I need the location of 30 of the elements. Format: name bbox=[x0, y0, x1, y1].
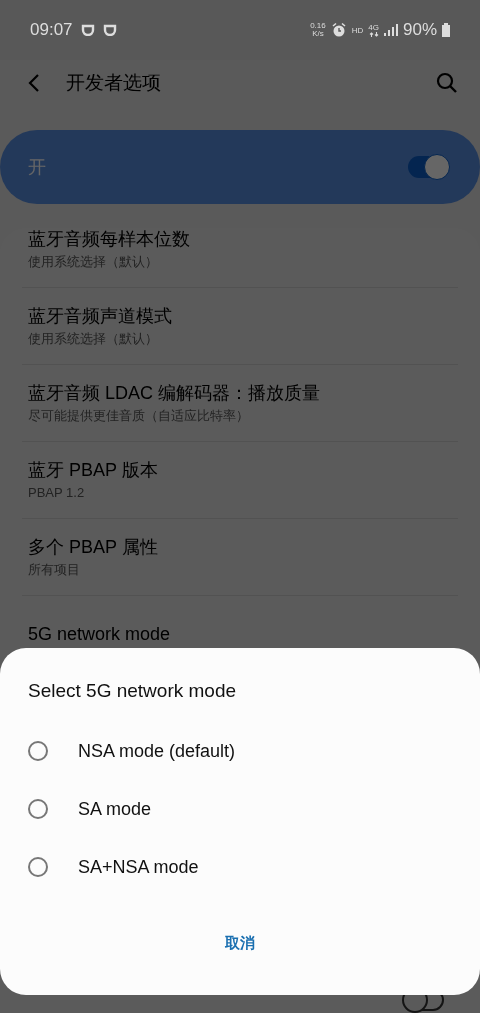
search-button[interactable] bbox=[436, 72, 458, 94]
option-label[interactable]: SA mode bbox=[78, 798, 152, 820]
battery-icon bbox=[442, 23, 450, 37]
radio-button[interactable] bbox=[28, 741, 48, 761]
page-title: 开发者选项 bbox=[66, 71, 162, 95]
data-arrows-icon bbox=[368, 31, 379, 37]
switch-label: 开 bbox=[28, 156, 46, 179]
radio-button[interactable] bbox=[28, 799, 48, 819]
back-button[interactable] bbox=[28, 73, 40, 93]
option-label[interactable]: SA+NSA mode bbox=[78, 856, 199, 878]
item-summary: PBAP 1.2 bbox=[28, 484, 86, 502]
master-switch-bar[interactable]: 开 bbox=[0, 130, 480, 204]
cancel-button[interactable]: 取消 bbox=[209, 926, 271, 961]
alarm-icon bbox=[330, 22, 347, 38]
network-speed: 0.16 bbox=[310, 22, 326, 30]
speed-unit: K/s bbox=[312, 30, 324, 38]
option-label[interactable]: NSA mode (default) bbox=[78, 740, 236, 762]
back-icon bbox=[28, 73, 40, 93]
network-type: 4G bbox=[368, 23, 379, 32]
notification-icon bbox=[102, 24, 117, 36]
notification-icon bbox=[80, 24, 95, 36]
signal-icon bbox=[383, 24, 398, 36]
settings-item[interactable]: 蓝牙 PBAP 版本 PBAP 1.2 bbox=[0, 442, 480, 518]
toggle-switch[interactable] bbox=[408, 156, 448, 178]
hd-label: HD bbox=[351, 25, 364, 35]
battery-level: 90% bbox=[402, 20, 437, 40]
dialog-title: Select 5G network mode bbox=[28, 680, 238, 702]
radio-button[interactable] bbox=[28, 857, 48, 877]
search-icon bbox=[436, 72, 458, 94]
clock-time: 09:07 bbox=[30, 20, 73, 40]
